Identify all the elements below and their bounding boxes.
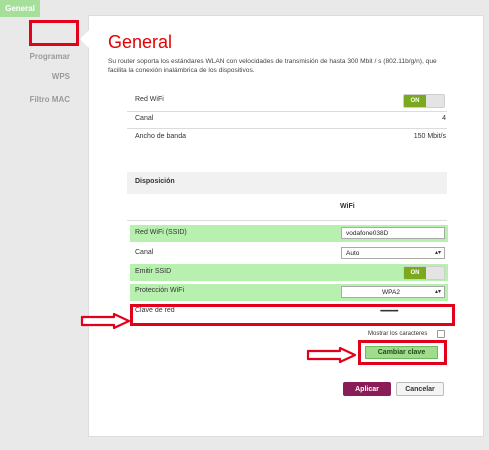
disposicion-title: Disposición <box>135 178 175 185</box>
annotation-box-general <box>29 20 79 46</box>
sidebar-item-label: General <box>5 4 35 13</box>
annotation-box-cambiar <box>358 340 447 365</box>
sidebar-item-label: Programar <box>29 52 70 61</box>
red-wifi-toggle[interactable]: ON <box>403 94 445 108</box>
sidebar-item-general[interactable]: General <box>0 0 40 17</box>
mostrar-caracteres-checkbox[interactable] <box>437 330 445 338</box>
ancho-banda-value: 150 Mbit/s <box>413 133 446 140</box>
red-wifi-label: Red WiFi <box>135 96 164 103</box>
canal-select-value: Auto <box>346 250 360 257</box>
apply-button[interactable]: Aplicar <box>343 382 391 396</box>
disposicion-header <box>127 172 447 194</box>
sidebar-item-label: WPS <box>51 72 70 81</box>
emitir-ssid-label: Emitir SSID <box>135 268 172 275</box>
toggle-on-label: ON <box>404 95 426 107</box>
proteccion-select-value: WPA2 <box>382 289 400 296</box>
annotation-arrow-right-icon <box>80 313 131 329</box>
proteccion-label: Protección WiFi <box>135 287 185 294</box>
canal-value: 4 <box>442 115 446 122</box>
ancho-banda-label: Ancho de banda <box>135 133 186 140</box>
canal-select[interactable]: Auto ▴▾ <box>341 247 445 259</box>
sidebar-item-programar[interactable]: Programar <box>20 52 70 61</box>
sidebar-item-label: Filtro MAC <box>29 95 70 104</box>
page-description: Su router soporta los estándares WLAN co… <box>108 58 437 74</box>
divider <box>127 128 447 129</box>
canal-label: Canal <box>135 115 154 122</box>
sidebar-item-wps[interactable]: WPS <box>20 72 70 81</box>
sidebar-item-filtro-mac[interactable]: Filtro MAC <box>20 95 70 104</box>
select-arrows-icon: ▴▾ <box>434 250 441 256</box>
canal-select-label: Canal <box>135 249 154 256</box>
ssid-label: Red WiFi (SSID) <box>135 229 187 236</box>
ssid-input[interactable]: vodafone038D <box>341 227 445 239</box>
panel-pointer <box>80 30 89 48</box>
mostrar-caracteres-label: Mostrar los caracteres <box>368 331 428 337</box>
emitir-ssid-toggle[interactable]: ON <box>403 266 445 280</box>
annotation-arrow-right-icon <box>306 347 357 363</box>
emitir-ssid-row <box>130 264 448 281</box>
page-title: General <box>108 32 173 52</box>
toggle-on-label: ON <box>404 267 426 279</box>
select-arrows-icon: ▴▾ <box>434 289 441 295</box>
annotation-box-clave <box>130 304 455 326</box>
proteccion-select[interactable]: WPA2 ▴▾ <box>341 286 445 298</box>
wifi-column-header: WiFi <box>340 203 355 210</box>
divider <box>127 220 447 221</box>
cancel-button[interactable]: Cancelar <box>396 382 444 396</box>
divider <box>127 111 447 112</box>
